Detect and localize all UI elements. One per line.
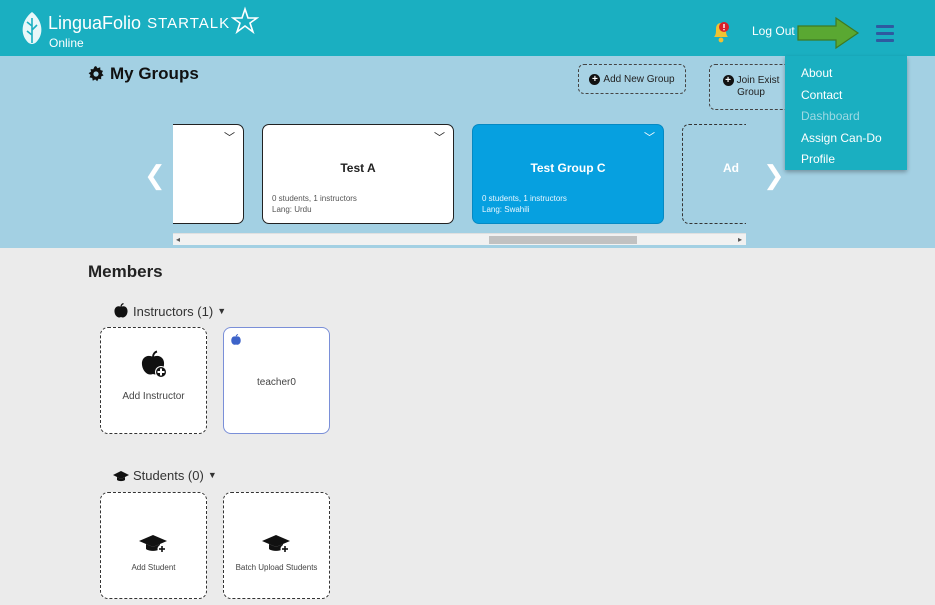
hamburger-bar [876,32,894,35]
scrollbar-thumb[interactable] [489,236,637,244]
menu-item-assign-can-do[interactable]: Assign Can-Do [785,128,907,150]
star-logo-icon [231,6,260,35]
chevron-down-icon[interactable]: ﹀ [224,129,235,145]
menu-item-profile[interactable]: Profile [785,149,907,171]
join-group-label-2: Group [737,87,765,98]
group-card-lang: Lang: Swahili [482,204,530,214]
add-instructor-tile[interactable]: Add Instructor [100,327,207,434]
logo[interactable]: LinguaFolio STARTALK Online [18,6,260,50]
students-toggle[interactable]: Students (0) ▼ [113,467,217,483]
caret-down-icon: ▼ [217,306,227,316]
group-card-name: Test A [340,161,376,175]
menu-item-dashboard: Dashboard [801,109,860,123]
page-title: My Groups [110,64,199,83]
group-carousel[interactable]: ﹀ ﹀ Test A 0 students, 1 instructors Lan… [173,124,746,227]
gear-icon [88,66,104,82]
scroll-right-icon[interactable]: ▸ [738,234,742,246]
scroll-left-icon[interactable]: ◂ [176,234,180,246]
apple-plus-icon [141,350,167,378]
hamburger-bar [876,25,894,28]
apple-icon [114,303,128,318]
join-existing-group-button[interactable]: + Join Exist Group [709,64,793,110]
hamburger-bar [876,39,894,42]
plus-circle-icon: + [722,75,734,86]
menu-item-about[interactable]: About [785,63,907,85]
caret-down-icon: ▼ [207,470,217,480]
instructor-card-teacher0[interactable]: teacher0 [223,327,330,434]
graduation-cap-icon [113,471,129,482]
add-instructor-label: Add Instructor [122,391,185,402]
graduation-cap-plus-icon [261,535,290,554]
notification-bell-icon[interactable] [710,20,732,44]
group-card-name: Test Group C [530,161,606,175]
logout-link[interactable]: Log Out [752,24,795,38]
menu-item-contact[interactable]: Contact [785,85,907,107]
members-heading: Members [88,262,163,281]
group-card-test-group-c[interactable]: ﹀ Test Group C 0 students, 1 instructors… [472,124,664,224]
group-card[interactable]: ﹀ [173,124,244,224]
instructor-name: teacher0 [257,377,296,388]
add-group-card-label: Ad [723,161,739,175]
carousel-scrollbar[interactable]: ◂ ▸ [173,233,746,245]
add-group-card[interactable]: Ad [682,124,746,224]
green-arrow-annotation-icon [797,16,860,50]
group-card-lang: Lang: Urdu [272,204,312,214]
top-navbar: LinguaFolio STARTALK Online Log Out [0,0,935,56]
batch-upload-students-tile[interactable]: Batch Upload Students [223,492,330,599]
carousel-next-chevron-icon[interactable]: ❯ [763,160,785,191]
instructors-toggle[interactable]: Instructors (1) ▼ [113,303,226,319]
plus-circle-icon: + [589,73,601,85]
brand-name: LinguaFolio [48,13,142,33]
apple-icon [231,334,241,345]
group-card-stats: 0 students, 1 instructors [272,194,357,204]
graduation-cap-plus-icon [138,535,167,554]
brand-sub: Online [49,36,84,50]
join-group-label: Join Exist [736,75,780,86]
add-student-tile[interactable]: Add Student [100,492,207,599]
hamburger-dropdown-menu: About Contact Dashboard Assign Can-Do Pr… [785,56,907,170]
instructors-label: Instructors (1) [133,303,214,319]
carousel-prev-chevron-icon[interactable]: ❮ [144,160,166,191]
add-student-label: Add Student [131,563,176,572]
group-card-test-a[interactable]: ﹀ Test A 0 students, 1 instructors Lang:… [262,124,454,224]
leaf-logo-icon [22,12,42,44]
add-group-label: Add New Group [603,73,675,85]
batch-upload-label: Batch Upload Students [235,563,318,572]
add-new-group-button[interactable]: + Add New Group [578,64,686,94]
students-label: Students (0) [133,467,204,483]
group-card-stats: 0 students, 1 instructors [482,194,567,204]
hamburger-menu-icon[interactable] [876,25,894,43]
chevron-down-icon[interactable]: ﹀ [434,129,445,145]
my-groups-heading: My Groups [88,64,199,84]
brand-partner: STARTALK [147,14,231,32]
chevron-down-icon[interactable]: ﹀ [644,129,655,145]
